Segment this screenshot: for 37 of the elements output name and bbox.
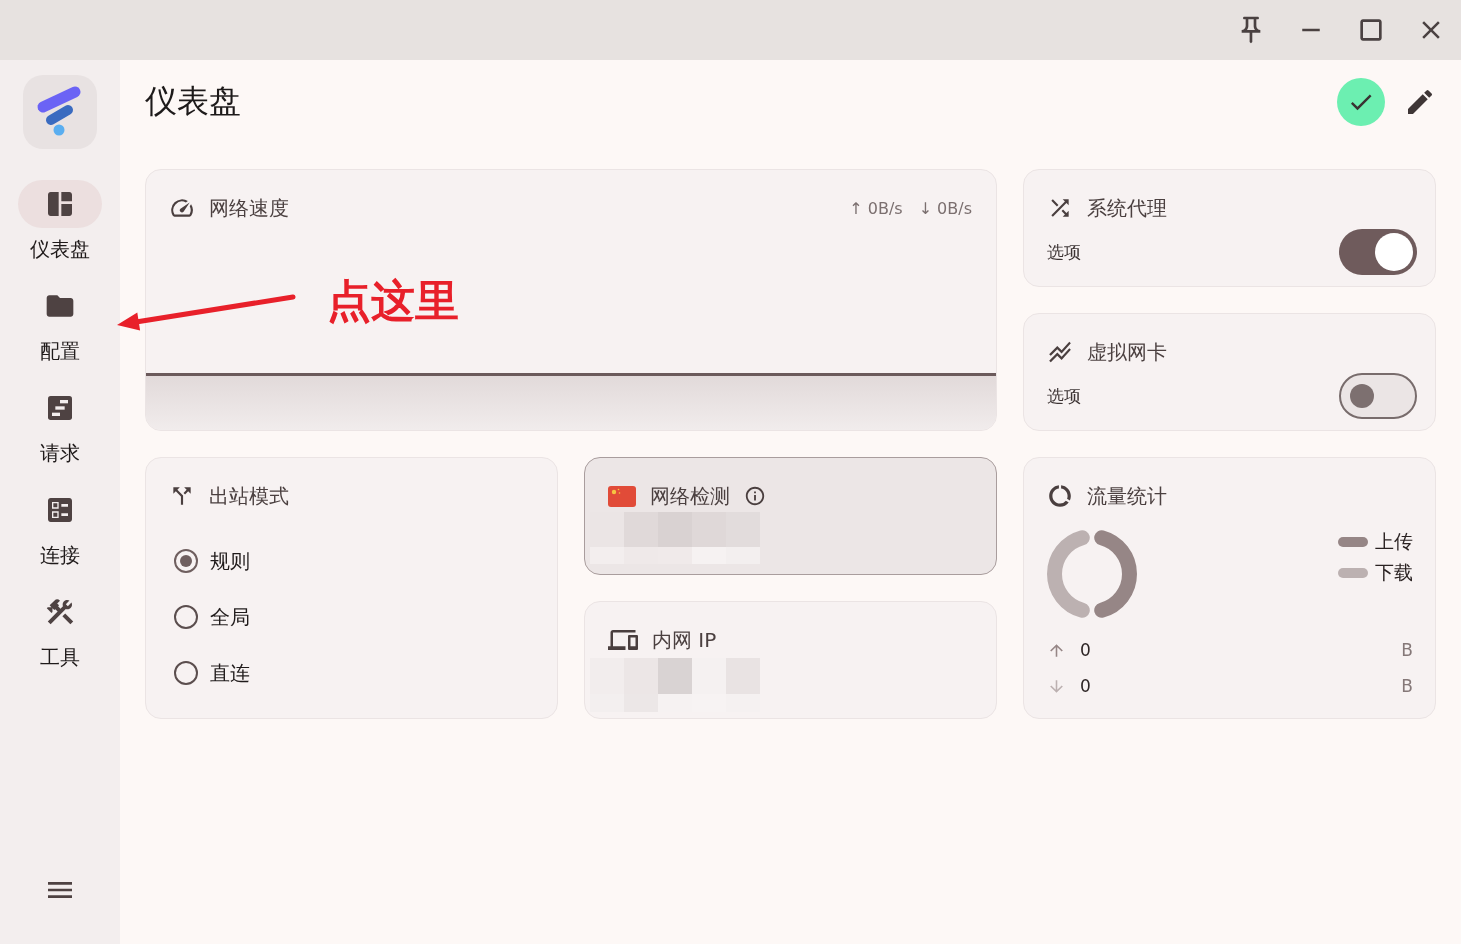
option-label: 选项 (1047, 240, 1081, 264)
radio-label: 直连 (210, 659, 250, 687)
page-title: 仪表盘 (145, 81, 241, 122)
card-title: 内网 IP (652, 626, 717, 654)
radio-button[interactable] (174, 661, 198, 685)
flag-icon (608, 485, 636, 507)
radio-label: 全局 (210, 603, 250, 631)
legend-label: 上传 (1375, 529, 1413, 554)
card-title: 出站模式 (209, 482, 289, 510)
traffic-value: 0 (1080, 676, 1091, 696)
nav-item[interactable]: 工具 (10, 588, 110, 670)
card-title: 虚拟网卡 (1087, 338, 1167, 366)
card-title: 网络速度 (209, 194, 289, 222)
info-icon[interactable] (744, 485, 766, 507)
annotation-text: 点这里 (327, 274, 459, 328)
status-button[interactable] (1337, 78, 1385, 126)
radio-label: 规则 (210, 547, 250, 575)
option-label: 选项 (1047, 384, 1081, 408)
radio-button[interactable] (174, 549, 198, 573)
upload-speed: ↑ 0B/s (849, 198, 903, 218)
card-title: 系统代理 (1087, 194, 1167, 222)
toggle-switch[interactable] (1339, 229, 1417, 275)
legend-label: 下载 (1375, 560, 1413, 585)
traffic-value: 0 (1080, 640, 1091, 660)
card-title: 流量统计 (1087, 482, 1167, 510)
nav-item[interactable]: 连接 (10, 486, 110, 568)
line-chart-icon (1047, 339, 1073, 365)
nav-item[interactable]: 请求 (10, 384, 110, 466)
nav-item[interactable]: 仪表盘 (10, 180, 110, 262)
download-speed: ↓ 0B/s (918, 198, 972, 218)
traffic-unit: B (1401, 640, 1413, 660)
ring-icon (1047, 483, 1073, 509)
toggle-switch[interactable] (1339, 373, 1417, 419)
nav-item[interactable]: 配置 (10, 282, 110, 364)
card-title: 网络检测 (650, 482, 730, 510)
traffic-unit: B (1401, 676, 1413, 696)
radio-button[interactable] (174, 605, 198, 629)
